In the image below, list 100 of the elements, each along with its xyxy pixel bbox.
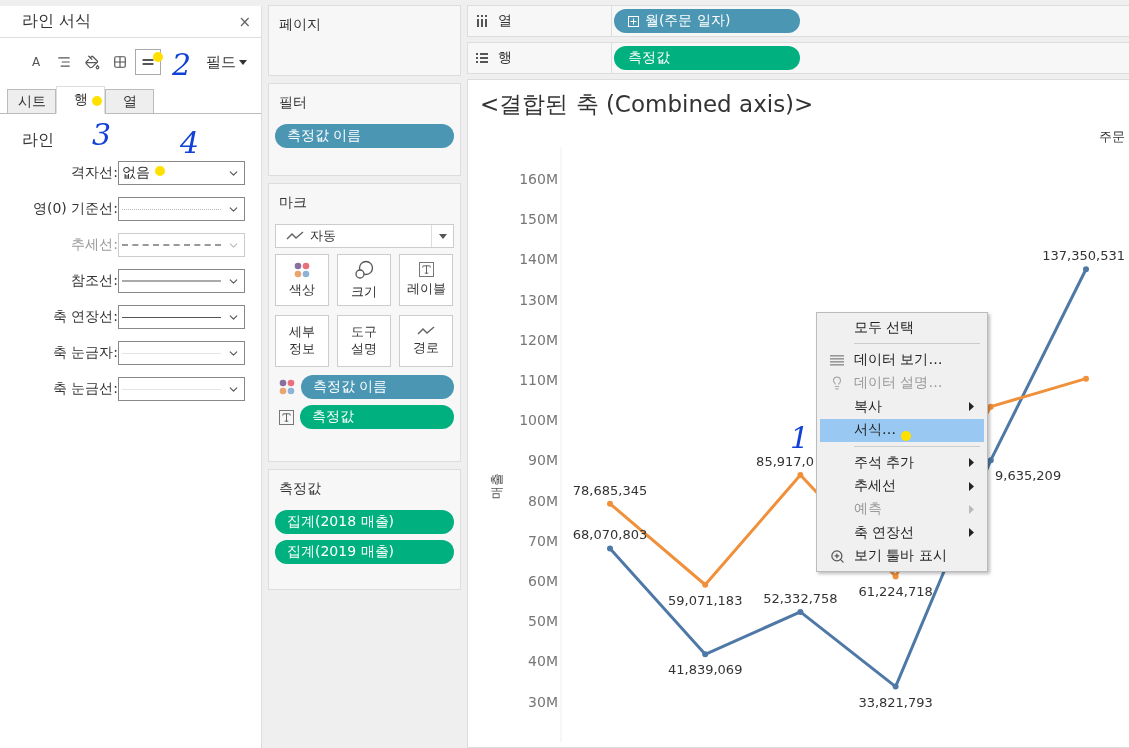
caret-icon xyxy=(239,59,247,65)
axis-tick-label: 70M xyxy=(528,532,558,549)
tab[interactable]: 시트 xyxy=(7,89,56,114)
menu-item[interactable]: 모두 선택 xyxy=(820,316,984,340)
data-point xyxy=(607,545,613,552)
highlight-dot-icon xyxy=(155,166,165,176)
axis-tick-label: 150M xyxy=(519,211,558,228)
format-tool-button[interactable] xyxy=(135,49,161,75)
mark-button[interactable]: 세부 정보 xyxy=(275,315,329,367)
color-dots-icon xyxy=(279,379,295,395)
menu-item[interactable]: 주석 추가 xyxy=(820,450,984,475)
columns-icon xyxy=(476,15,488,27)
menu-item[interactable]: 서식… xyxy=(820,418,984,442)
axis-tick-label: 60M xyxy=(528,572,558,589)
data-point xyxy=(797,471,804,478)
section-title: 라인 xyxy=(22,130,54,151)
line-style-dropdown[interactable] xyxy=(118,197,245,221)
table-icon xyxy=(830,354,844,366)
data-label: 137,350,531 xyxy=(1042,248,1125,264)
line-chart-icon xyxy=(286,231,304,241)
menu-item[interactable]: 복사 xyxy=(820,395,984,419)
line-style-dropdown[interactable]: 없음 xyxy=(118,161,245,185)
zoom-icon xyxy=(829,548,845,564)
card-title: 페이지 xyxy=(278,15,322,34)
list-icon xyxy=(476,53,488,63)
data-point xyxy=(797,608,804,615)
text-box-icon xyxy=(418,262,434,278)
data-point xyxy=(892,683,899,690)
field-label: 축 눈금자: xyxy=(51,344,118,362)
line-style-dropdown[interactable] xyxy=(118,377,245,401)
field-label: 추세선: xyxy=(70,236,118,254)
menu-item[interactable]: 데이터 보기… xyxy=(820,348,984,372)
submenu-arrow-icon xyxy=(969,528,974,538)
tab[interactable]: 열 xyxy=(105,89,154,114)
axis-title: 매출 xyxy=(489,473,504,499)
handwritten-number: 1 xyxy=(790,423,810,453)
mark-type-dropdown[interactable]: 자동 xyxy=(275,224,454,248)
card-title: 필터 xyxy=(278,93,308,112)
bulb-icon xyxy=(830,376,844,391)
field-label: 축 눈금선: xyxy=(51,380,118,398)
data-point xyxy=(1083,266,1089,273)
mark-button[interactable]: 크기 xyxy=(337,254,391,306)
menu-item[interactable]: 추세선 xyxy=(820,474,984,498)
tab[interactable]: 행 xyxy=(56,86,105,114)
highlight-dot-icon xyxy=(92,96,102,106)
data-label: 85,917,0 xyxy=(756,453,814,469)
data-label: 33,821,793 xyxy=(858,694,933,710)
axis-tick-label: 120M xyxy=(519,331,558,348)
data-point xyxy=(987,403,994,410)
data-point xyxy=(1083,375,1089,382)
font-icon: A xyxy=(31,55,41,69)
card-title: 마크 xyxy=(278,193,308,212)
close-button[interactable]: × xyxy=(238,12,251,31)
caret-icon xyxy=(438,233,447,239)
data-label: 52,332,758 xyxy=(763,590,838,606)
axis-tick-label: 160M xyxy=(519,170,558,187)
fields-dropdown[interactable]: 필드 xyxy=(206,52,247,72)
axis-header: 주문 xyxy=(1099,129,1125,144)
submenu-arrow-icon xyxy=(969,402,974,412)
handwritten-number: 2 xyxy=(172,50,192,80)
line-style-dropdown[interactable] xyxy=(118,269,245,293)
shelf-label: 열 xyxy=(498,12,512,30)
data-point xyxy=(702,651,709,658)
line-style-dropdown[interactable] xyxy=(118,341,245,365)
axis-tick-label: 140M xyxy=(519,251,558,268)
mark-button[interactable]: 레이블 xyxy=(399,254,453,306)
highlight-dot-icon xyxy=(901,431,911,441)
axis-tick-label: 90M xyxy=(528,452,558,469)
field-label: 영(0) 기준선: xyxy=(32,200,118,218)
align-icon xyxy=(57,55,71,69)
axis-tick-label: 30M xyxy=(528,693,558,710)
data-label: 68,070,803 xyxy=(572,527,648,543)
field-label: 참조선: xyxy=(70,272,118,290)
menu-item[interactable]: 축 연장선 xyxy=(820,521,984,545)
axis-tick-label: 80M xyxy=(528,492,558,509)
axis-tick-label: 100M xyxy=(519,412,558,429)
mark-button[interactable]: 경로 xyxy=(399,315,453,367)
card-title: 측정값 xyxy=(278,479,322,498)
data-label: 61,224,718 xyxy=(858,584,933,600)
highlight-dot-icon xyxy=(153,52,163,62)
path-icon xyxy=(417,325,435,336)
submenu-arrow-icon xyxy=(969,481,974,491)
data-label: 9,635,209 xyxy=(995,468,1062,484)
menu-item[interactable]: 보기 툴바 표시 xyxy=(820,544,984,568)
field-label: 축 연장선: xyxy=(51,308,118,326)
panel-title: 라인 서식 xyxy=(22,11,92,32)
data-label: 59,071,183 xyxy=(668,592,743,608)
data-point xyxy=(607,500,613,507)
shelf-label: 행 xyxy=(498,49,512,67)
submenu-arrow-icon xyxy=(969,504,974,514)
handwritten-number: 3 xyxy=(92,120,112,150)
axis-tick-label: 40M xyxy=(528,653,558,670)
field-label: 격자선: xyxy=(70,164,118,182)
mark-button[interactable]: 도구 설명 xyxy=(337,315,391,367)
chart-title: <결합된 축 (Combined axis)> xyxy=(479,90,815,119)
line-style-dropdown[interactable] xyxy=(118,305,245,329)
paint-bucket-icon xyxy=(84,54,100,70)
data-label: 78,685,345 xyxy=(572,482,648,498)
mark-button[interactable]: 색상 xyxy=(275,254,329,306)
data-label: 41,839,069 xyxy=(668,662,743,678)
